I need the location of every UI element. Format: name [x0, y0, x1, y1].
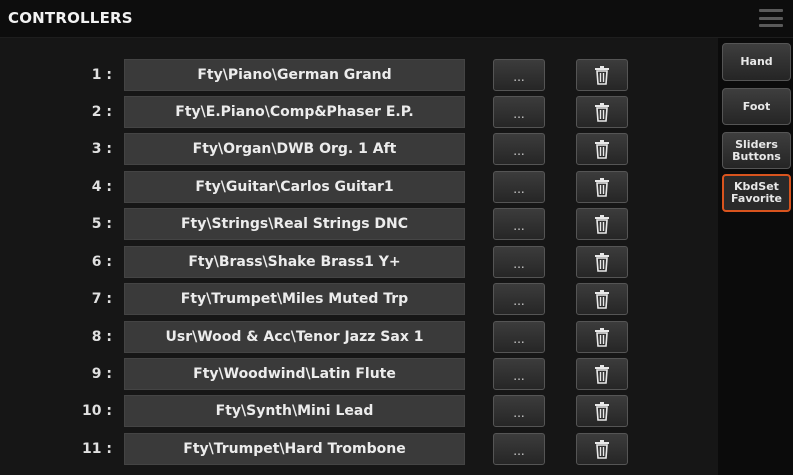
tab-kbdset[interactable]: KbdSet Favorite: [722, 174, 791, 212]
tab-label-line2: Favorite: [731, 192, 782, 205]
controller-sound-field[interactable]: Fty\Synth\Mini Lead: [124, 395, 465, 427]
controller-row: 7 : Fty\Trumpet\Miles Muted Trp...: [0, 283, 718, 315]
controller-row: 2 : Fty\E.Piano\Comp&Phaser E.P....: [0, 96, 718, 128]
trash-icon: [594, 65, 610, 85]
delete-button[interactable]: [576, 96, 628, 128]
tab-label: Sliders: [735, 137, 778, 151]
trash-icon: [595, 253, 609, 272]
delete-button[interactable]: [576, 133, 628, 165]
controller-sound-field[interactable]: Fty\Brass\Shake Brass1 Y+: [124, 246, 465, 278]
controller-number: 2 :: [91, 104, 112, 120]
page-title: CONTROLLERS: [8, 9, 133, 27]
controller-sound-field[interactable]: Fty\E.Piano\Comp&Phaser E.P.: [124, 96, 465, 128]
trash-icon: [594, 364, 610, 384]
controller-number: 4 :: [91, 179, 112, 195]
delete-button[interactable]: [576, 59, 628, 91]
controller-sound-field[interactable]: Fty\Trumpet\Hard Trombone: [124, 433, 465, 465]
trash-icon: [595, 328, 609, 347]
controller-row: 4 : Fty\Guitar\Carlos Guitar1...: [0, 171, 718, 203]
more-button[interactable]: ...: [493, 433, 545, 465]
delete-button[interactable]: [576, 433, 628, 465]
tab-foot[interactable]: Foot: [722, 88, 791, 125]
controller-sound-field[interactable]: Usr\Wood & Acc\Tenor Jazz Sax 1: [124, 321, 465, 353]
trash-icon: [595, 440, 609, 459]
controller-number: 6 :: [91, 254, 112, 270]
tab-sidebar: Hand Foot Sliders Buttons KbdSet Favorite: [718, 38, 793, 475]
tab-sliders[interactable]: Sliders Buttons: [722, 132, 791, 169]
controller-number: 8 :: [91, 329, 112, 345]
tab-label-line2: Buttons: [732, 149, 781, 163]
trash-icon: [594, 252, 610, 272]
more-button[interactable]: ...: [493, 96, 545, 128]
delete-button[interactable]: [576, 358, 628, 390]
controller-sound-field[interactable]: Fty\Woodwind\Latin Flute: [124, 358, 465, 390]
controller-row: 10 : Fty\Synth\Mini Lead...: [0, 395, 718, 427]
more-button[interactable]: ...: [493, 395, 545, 427]
trash-icon: [595, 66, 609, 85]
more-button[interactable]: ...: [493, 358, 545, 390]
delete-button[interactable]: [576, 283, 628, 315]
controller-number: 7 :: [91, 291, 112, 307]
tab-hand[interactable]: Hand: [722, 43, 791, 81]
more-button[interactable]: ...: [493, 59, 545, 91]
controller-row: 1 : Fty\Piano\German Grand...: [0, 59, 718, 91]
controller-row: 11 : Fty\Trumpet\Hard Trombone...: [0, 433, 718, 465]
controller-number: 5 :: [91, 216, 112, 232]
trash-icon: [594, 327, 610, 347]
controller-row: 6 : Fty\Brass\Shake Brass1 Y+...: [0, 246, 718, 278]
controller-sound-field[interactable]: Fty\Guitar\Carlos Guitar1: [124, 171, 465, 203]
trash-icon: [595, 215, 609, 234]
delete-button[interactable]: [576, 171, 628, 203]
more-button[interactable]: ...: [493, 133, 545, 165]
trash-icon: [595, 402, 609, 421]
menu-icon[interactable]: [759, 9, 783, 27]
controller-number: 10 :: [82, 403, 112, 419]
trash-icon: [595, 103, 609, 122]
controller-row: 3 : Fty\Organ\DWB Org. 1 Aft...: [0, 133, 718, 165]
controller-sound-field[interactable]: Fty\Strings\Real Strings DNC: [124, 208, 465, 240]
more-button[interactable]: ...: [493, 283, 545, 315]
delete-button[interactable]: [576, 246, 628, 278]
more-button[interactable]: ...: [493, 171, 545, 203]
controller-number: 1 :: [91, 67, 112, 83]
title-bar: CONTROLLERS: [0, 0, 793, 38]
controller-row: 8 : Usr\Wood & Acc\Tenor Jazz Sax 1...: [0, 321, 718, 353]
trash-icon: [594, 102, 610, 122]
trash-icon: [594, 214, 610, 234]
trash-icon: [595, 365, 609, 384]
controller-number: 11 :: [82, 441, 112, 457]
controller-row: 9 : Fty\Woodwind\Latin Flute...: [0, 358, 718, 390]
trash-icon: [594, 439, 610, 459]
controller-sound-field[interactable]: Fty\Trumpet\Miles Muted Trp: [124, 283, 465, 315]
more-button[interactable]: ...: [493, 208, 545, 240]
delete-button[interactable]: [576, 395, 628, 427]
trash-icon: [594, 139, 610, 159]
controller-number: 9 :: [91, 366, 112, 382]
trash-icon: [595, 178, 609, 197]
controllers-list: 1 : Fty\Piano\German Grand... 2 : Fty\E.Pia…: [0, 38, 718, 475]
more-button[interactable]: ...: [493, 321, 545, 353]
tab-label: Hand: [740, 55, 773, 68]
controller-sound-field[interactable]: Fty\Piano\German Grand: [124, 59, 465, 91]
trash-icon: [594, 289, 610, 309]
delete-button[interactable]: [576, 321, 628, 353]
trash-icon: [595, 290, 609, 309]
trash-icon: [594, 401, 610, 421]
more-button[interactable]: ...: [493, 246, 545, 278]
tab-label: Foot: [742, 99, 771, 113]
trash-icon: [595, 140, 609, 159]
controller-number: 3 :: [91, 141, 112, 157]
controller-row: 5 : Fty\Strings\Real Strings DNC...: [0, 208, 718, 240]
delete-button[interactable]: [576, 208, 628, 240]
trash-icon: [594, 177, 610, 197]
controller-sound-field[interactable]: Fty\Organ\DWB Org. 1 Aft: [124, 133, 465, 165]
